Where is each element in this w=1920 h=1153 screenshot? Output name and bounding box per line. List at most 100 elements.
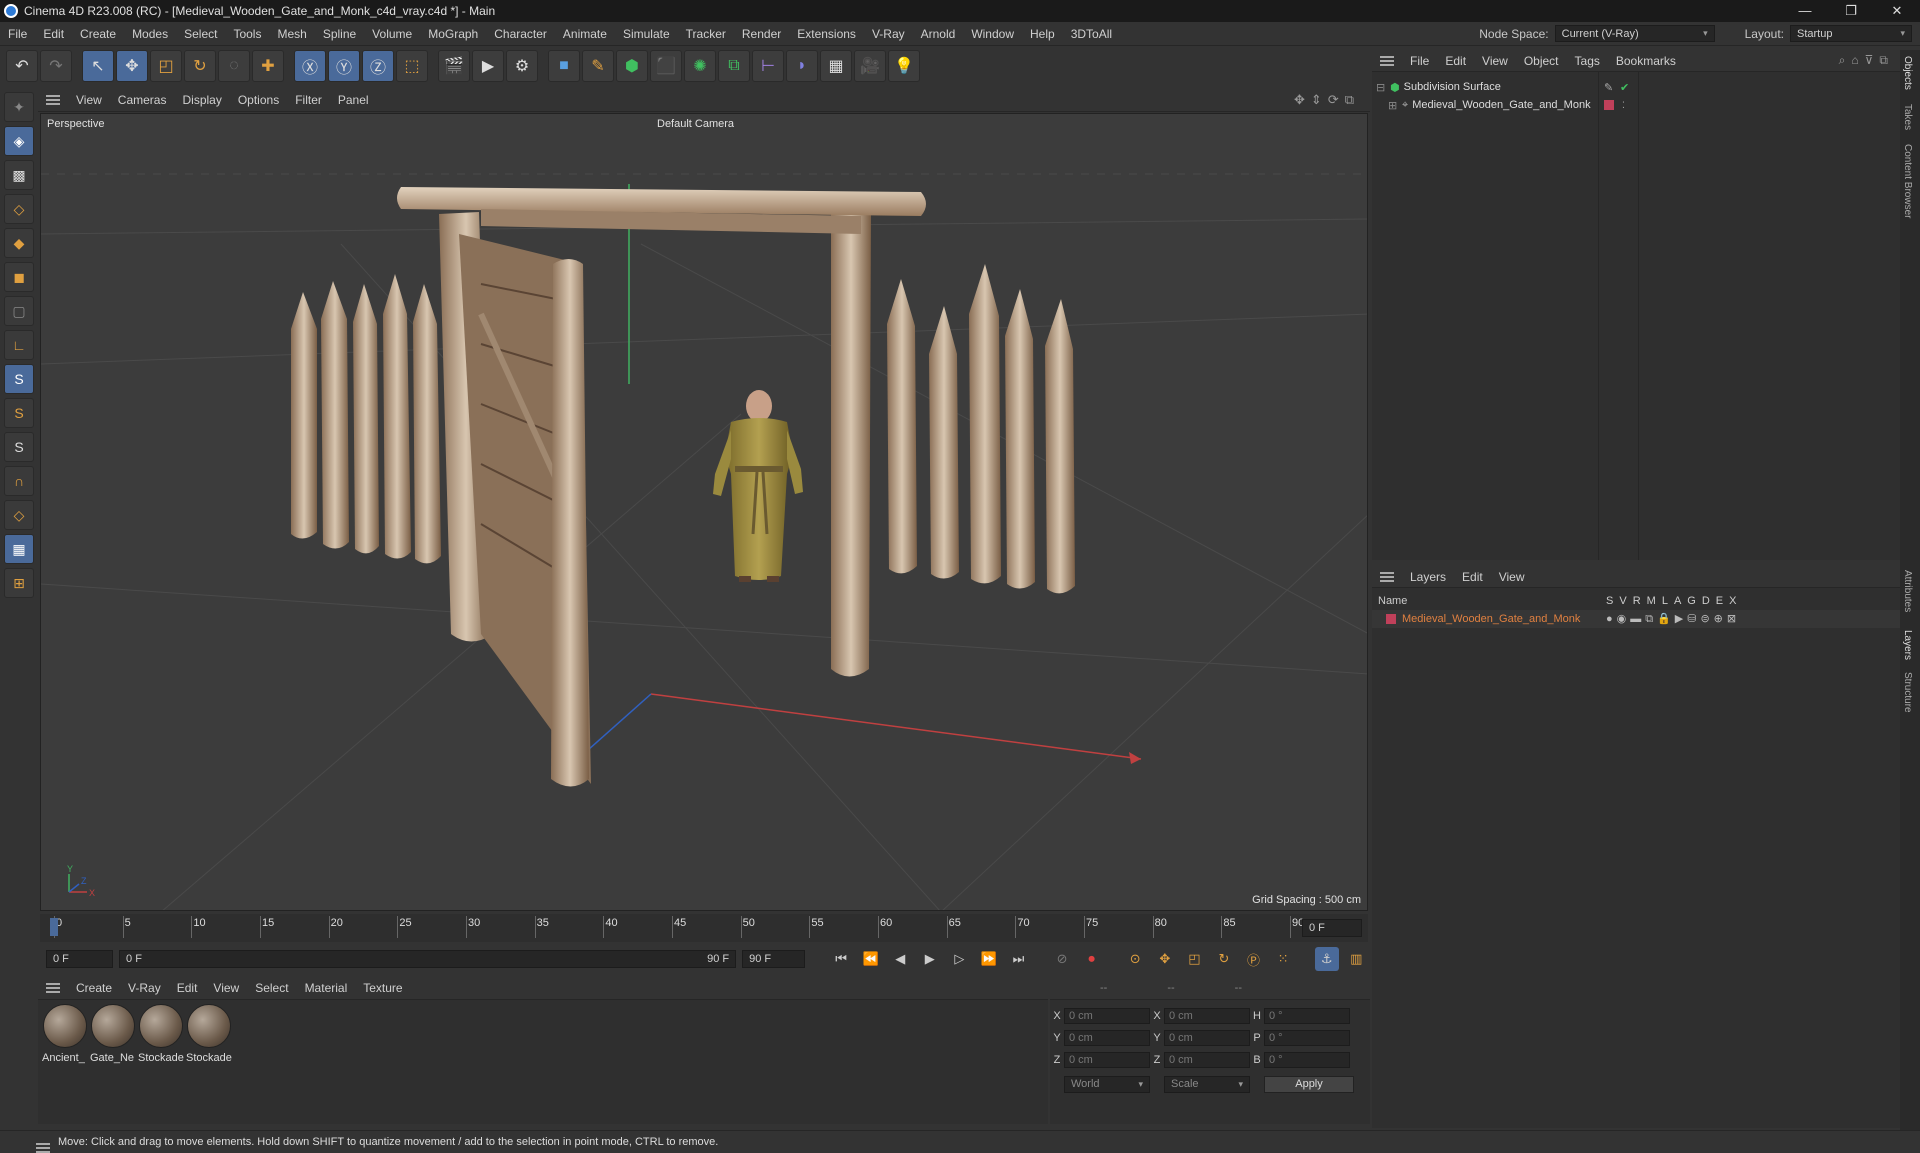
magnet-icon[interactable]: ∩ xyxy=(4,466,34,496)
snap-icon[interactable]: S xyxy=(4,364,34,394)
vp-menu-cameras[interactable]: Cameras xyxy=(110,93,175,107)
position-z-field[interactable]: 0 cm xyxy=(1064,1052,1150,1068)
redo-icon[interactable]: ↷ xyxy=(40,50,72,82)
layer-menu-icon[interactable] xyxy=(1380,571,1394,582)
live-select-icon[interactable]: ◌ xyxy=(218,50,250,82)
menu-file[interactable]: File xyxy=(0,27,35,41)
menu-render[interactable]: Render xyxy=(734,27,789,41)
vp-menu-view[interactable]: View xyxy=(68,93,110,107)
mograph-icon[interactable]: ⧉ xyxy=(718,50,750,82)
object-row-subdivision[interactable]: ⊟ ⬢ Subdivision Surface ✎ ✔ xyxy=(1372,78,1902,96)
record-keys-icon[interactable]: ⊘ xyxy=(1050,947,1074,971)
tab-attributes[interactable]: Attributes xyxy=(1902,570,1913,612)
object-menu-icon[interactable] xyxy=(1380,55,1394,66)
key-scale-icon[interactable]: ◰ xyxy=(1183,947,1207,971)
render-region-icon[interactable]: 🎬 xyxy=(438,50,470,82)
size-y-field[interactable]: 0 cm xyxy=(1164,1030,1250,1046)
undo-icon[interactable]: ↶ xyxy=(6,50,38,82)
mat-menu-create[interactable]: Create xyxy=(68,981,120,995)
deformer-icon[interactable]: ⊢ xyxy=(752,50,784,82)
key-pla-icon[interactable]: ⁙ xyxy=(1271,947,1295,971)
current-frame-field[interactable]: 0 F xyxy=(1302,919,1362,937)
y-axis-lock-icon[interactable]: Ⓨ xyxy=(328,50,360,82)
menu-window[interactable]: Window xyxy=(963,27,1022,41)
menu-3dtoall[interactable]: 3DToAll xyxy=(1063,27,1120,41)
node-space-select[interactable]: Current (V-Ray) xyxy=(1554,25,1715,42)
apply-button[interactable]: Apply xyxy=(1264,1075,1354,1093)
axis-mode-icon[interactable]: ∟ xyxy=(4,330,34,360)
goto-end-icon[interactable]: ⏭ xyxy=(1007,947,1031,971)
coordinate-system-icon[interactable]: ⬚ xyxy=(396,50,428,82)
mat-menu-material[interactable]: Material xyxy=(297,981,356,995)
minimize-button[interactable]: — xyxy=(1782,3,1828,19)
menu-extensions[interactable]: Extensions xyxy=(789,27,864,41)
mat-menu-view[interactable]: View xyxy=(205,981,247,995)
mat-menu-vray[interactable]: V-Ray xyxy=(120,981,169,995)
menu-create[interactable]: Create xyxy=(72,27,124,41)
layer-col-xref[interactable]: X xyxy=(1729,595,1736,607)
status-menu-icon[interactable] xyxy=(36,1142,50,1153)
snap-settings-icon[interactable]: S xyxy=(4,398,34,428)
goto-start-icon[interactable]: ⏮ xyxy=(829,947,853,971)
enabled-check-icon[interactable]: ✔ xyxy=(1620,81,1629,94)
expand-icon[interactable]: ⊞ xyxy=(1388,99,1402,112)
timeline-ruler[interactable]: 0 5 10 15 20 25 30 35 40 45 50 55 60 65 70 75 80 85 90 0 F xyxy=(40,914,1368,942)
coord-system-select[interactable]: World xyxy=(1064,1075,1150,1093)
play-icon[interactable]: ▶ xyxy=(918,947,942,971)
render-settings-icon[interactable]: ⚙ xyxy=(506,50,538,82)
pen-spline-icon[interactable]: ✎ xyxy=(582,50,614,82)
key-rotation-icon[interactable]: ↻ xyxy=(1212,947,1236,971)
close-button[interactable]: ✕ xyxy=(1874,3,1920,19)
menu-mesh[interactable]: Mesh xyxy=(269,27,314,41)
collapse-icon[interactable]: ⊟ xyxy=(1376,81,1390,94)
layer-col-animation[interactable]: A xyxy=(1674,595,1681,607)
field-icon[interactable]: ◗ xyxy=(786,50,818,82)
vp-menu-filter[interactable]: Filter xyxy=(287,93,330,107)
maximize-button[interactable]: ❐ xyxy=(1828,3,1874,19)
uv-mode-icon[interactable]: ▢ xyxy=(4,296,34,326)
layer-col-locked[interactable]: L xyxy=(1662,595,1668,607)
vp-menu-options[interactable]: Options xyxy=(230,93,287,107)
material-menu-icon[interactable] xyxy=(46,982,60,993)
tab-objects[interactable]: Objects xyxy=(1902,56,1913,90)
material-item[interactable]: Stockade xyxy=(138,1004,184,1064)
keyframe-icon[interactable]: ⊙ xyxy=(1123,947,1147,971)
menu-edit[interactable]: Edit xyxy=(35,27,72,41)
obj-menu-object[interactable]: Object xyxy=(1516,54,1567,68)
tab-content-browser[interactable]: Content Browser xyxy=(1902,144,1913,218)
cloner-icon[interactable]: ✺ xyxy=(684,50,716,82)
menu-spline[interactable]: Spline xyxy=(315,27,364,41)
texture-mode-icon[interactable]: ▩ xyxy=(4,160,34,190)
rotation-h-field[interactable]: 0 ° xyxy=(1264,1008,1350,1024)
rotation-p-field[interactable]: 0 ° xyxy=(1264,1030,1350,1046)
scale-tool-icon[interactable]: ◰ xyxy=(150,50,182,82)
locked-workplane-icon[interactable]: ⊞ xyxy=(4,568,34,598)
prev-key-icon[interactable]: ⏪ xyxy=(859,947,883,971)
menu-vray[interactable]: V-Ray xyxy=(864,27,913,41)
end-frame-field[interactable]: 90 F xyxy=(742,950,806,968)
playhead[interactable] xyxy=(50,918,58,936)
workplane-icon[interactable]: ◇ xyxy=(4,500,34,530)
menu-simulate[interactable]: Simulate xyxy=(615,27,678,41)
coord-mode-select[interactable]: Scale xyxy=(1164,1075,1250,1093)
obj-menu-edit[interactable]: Edit xyxy=(1437,54,1474,68)
create-object-icon[interactable]: ✚ xyxy=(252,50,284,82)
layer-col-generators[interactable]: G xyxy=(1687,595,1696,607)
autokey-icon[interactable]: ⏺ xyxy=(1080,947,1104,971)
layer-menu-view[interactable]: View xyxy=(1491,570,1533,584)
material-item[interactable]: Ancient_ xyxy=(42,1004,88,1064)
prev-frame-icon[interactable]: ◀ xyxy=(888,947,912,971)
object-search-icons[interactable]: ⌕⌂⊽⧉ xyxy=(1839,53,1902,68)
snap-quantize-icon[interactable]: S xyxy=(4,432,34,462)
x-axis-lock-icon[interactable]: Ⓧ xyxy=(294,50,326,82)
camera-icon[interactable]: 🎥 xyxy=(854,50,886,82)
obj-menu-bookmarks[interactable]: Bookmarks xyxy=(1608,54,1684,68)
menu-tracker[interactable]: Tracker xyxy=(678,27,734,41)
viewport-menu-icon[interactable] xyxy=(46,94,60,105)
rotate-tool-icon[interactable]: ↻ xyxy=(184,50,216,82)
model-mode-icon[interactable]: ◈ xyxy=(4,126,34,156)
menu-modes[interactable]: Modes xyxy=(124,27,176,41)
extrude-generator-icon[interactable]: ⬛ xyxy=(650,50,682,82)
position-x-field[interactable]: 0 cm xyxy=(1064,1008,1150,1024)
menu-help[interactable]: Help xyxy=(1022,27,1063,41)
